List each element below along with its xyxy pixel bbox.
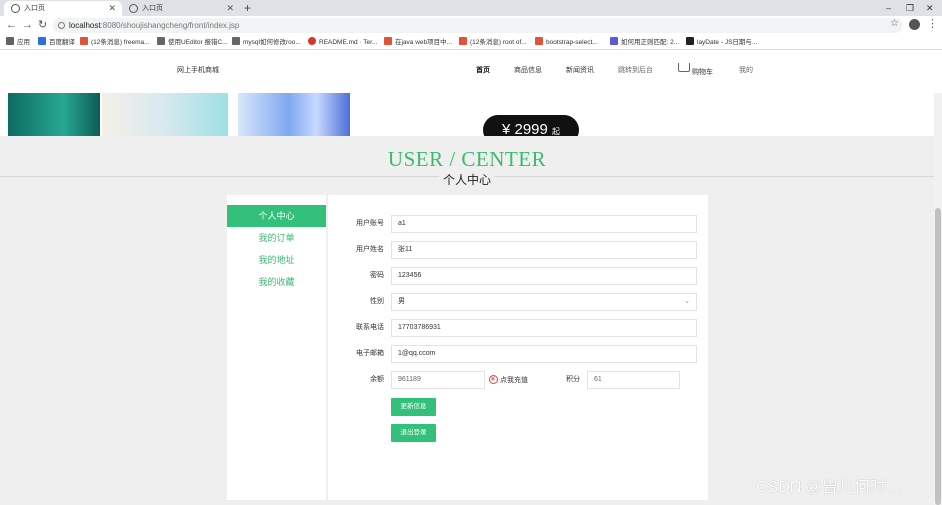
reload-icon[interactable]: ↻: [38, 18, 47, 33]
bookmark-item[interactable]: 在java web项目中...: [384, 37, 452, 48]
points-input: 61: [587, 371, 680, 389]
close-tab-icon[interactable]: ✕: [226, 1, 234, 16]
logout-button[interactable]: 退出登录: [391, 424, 436, 442]
nav-news[interactable]: 新闻资讯: [566, 65, 594, 75]
update-info-button[interactable]: 更新信息: [391, 398, 436, 416]
nav-admin[interactable]: 跳转到后台: [618, 65, 653, 75]
browser-toolbar: ← → ↻ localhost:8080/shoujishangcheng/fr…: [0, 16, 942, 35]
info-icon: [58, 22, 65, 29]
bookmark-item[interactable]: (12条消息) root of...: [459, 37, 527, 48]
bookmark-item[interactable]: 如何用正则匹配: 2...: [610, 37, 679, 48]
back-arrow-icon[interactable]: ←: [6, 18, 17, 33]
profile-avatar-icon[interactable]: [909, 19, 920, 30]
banner-phone-image: [238, 93, 350, 137]
bookmark-favicon-icon: [157, 37, 165, 45]
globe-icon: [129, 4, 138, 13]
recharge-link[interactable]: 点我充值: [489, 374, 528, 387]
bookmark-favicon-icon: [459, 37, 467, 45]
menu-kebab-icon[interactable]: ⋮: [927, 17, 938, 31]
nav-cart[interactable]: 购物车: [678, 63, 713, 76]
minimize-button[interactable]: –: [886, 0, 891, 16]
yuan-coin-icon: [489, 374, 498, 386]
website-viewport: 网上手机商城 首页 商品信息 新闻资讯 跳转到后台 购物车 我的 ¥ 2999 …: [0, 51, 942, 505]
nav-mine[interactable]: 我的: [739, 65, 753, 75]
nav-products[interactable]: 商品信息: [514, 65, 542, 75]
bookmark-favicon-icon: [232, 37, 240, 45]
menu-item-orders[interactable]: 我的订单: [227, 227, 326, 249]
close-tab-icon[interactable]: ✕: [108, 1, 116, 16]
bookmark-item[interactable]: 百度翻译: [38, 37, 75, 48]
profile-form: 用户账号 a1 用户姓名 张11 密码 123456 性别 男 ⌄ 联系电话 17…: [328, 195, 708, 500]
bookmark-item[interactable]: 使用UEditor 报错C...: [157, 37, 228, 48]
bookmark-item[interactable]: README.md · Ter...: [308, 37, 377, 48]
nav-home[interactable]: 首页: [476, 65, 490, 75]
gender-label: 性别: [370, 298, 384, 305]
password-input[interactable]: 123456: [391, 267, 697, 285]
phone-label: 联系电话: [356, 324, 384, 331]
bookmark-item[interactable]: bootstrap-select...: [535, 37, 598, 48]
bookmark-favicon-icon: [308, 37, 316, 45]
bookmark-item[interactable]: 应用: [6, 37, 30, 48]
tab-title: 入口页: [24, 5, 45, 12]
cart-icon: [678, 63, 690, 72]
bookmark-item[interactable]: mysql如何修改roo...: [232, 37, 301, 48]
user-side-menu: 个人中心 我的订单 我的地址 我的收藏: [227, 195, 326, 500]
browser-tab-2[interactable]: 入口页 ✕: [122, 1, 240, 16]
bookmark-item[interactable]: layDate - JS日期与...: [686, 37, 757, 48]
forward-arrow-icon[interactable]: →: [22, 18, 33, 33]
bookmark-favicon-icon: [610, 37, 618, 45]
browser-tab-1[interactable]: 入口页 ✕: [4, 1, 122, 16]
bookmark-favicon-icon: [384, 37, 392, 45]
account-input[interactable]: a1: [391, 215, 697, 233]
browser-tab-strip: 入口页 ✕ 入口页 ✕ + – ❐ ✕: [0, 0, 942, 16]
email-label: 电子邮箱: [356, 350, 384, 357]
account-label: 用户账号: [356, 220, 384, 227]
password-label: 密码: [370, 272, 384, 279]
address-bar[interactable]: localhost:8080/shoujishangcheng/front/in…: [53, 18, 903, 33]
menu-item-addresses[interactable]: 我的地址: [227, 249, 326, 271]
phone-input[interactable]: 17703786931: [391, 319, 697, 337]
name-input[interactable]: 张11: [391, 241, 697, 259]
csdn-watermark: CSDN @曾几何时…: [756, 479, 903, 496]
banner-phone-image: [102, 93, 228, 137]
bookmark-favicon-icon: [38, 37, 46, 45]
apps-grid-icon: [6, 37, 14, 45]
tab-title: 入口页: [142, 5, 163, 12]
chevron-down-icon: ⌄: [684, 298, 690, 305]
name-label: 用户姓名: [356, 246, 384, 253]
section-title-cn: 个人中心: [0, 171, 934, 188]
banner-price-badge: ¥ 2999 起: [483, 115, 579, 137]
banner-phone-image: [8, 93, 100, 137]
bookmark-item[interactable]: (12条消息) freema...: [80, 37, 150, 48]
menu-item-favorites[interactable]: 我的收藏: [227, 271, 326, 293]
bookmark-favicon-icon: [686, 37, 694, 45]
url-path: :8080/shoujishangcheng/front/index.jsp: [100, 21, 240, 30]
balance-input: 961189: [391, 371, 485, 389]
bookmarks-bar: 应用 百度翻译 (12条消息) freema... 使用UEditor 报错C.…: [0, 35, 942, 50]
bookmark-favicon-icon: [80, 37, 88, 45]
close-window-button[interactable]: ✕: [926, 0, 934, 16]
url-host: localhost: [69, 21, 101, 30]
email-input[interactable]: 1@qq.ccom: [391, 345, 697, 363]
bookmark-star-icon[interactable]: ☆: [890, 18, 899, 29]
bookmark-favicon-icon: [535, 37, 543, 45]
globe-icon: [11, 4, 20, 13]
site-brand[interactable]: 网上手机商城: [177, 65, 219, 75]
menu-item-profile[interactable]: 个人中心: [227, 205, 326, 227]
new-tab-button[interactable]: +: [244, 0, 251, 16]
restore-button[interactable]: ❐: [906, 0, 914, 16]
section-title-en: USER / CENTER: [387, 147, 547, 171]
points-label: 积分: [566, 376, 580, 383]
gender-select[interactable]: 男 ⌄: [391, 293, 697, 311]
balance-label: 余额: [370, 376, 384, 383]
scrollbar-thumb[interactable]: [935, 208, 941, 505]
banner-carousel[interactable]: ¥ 2999 起: [8, 93, 932, 137]
